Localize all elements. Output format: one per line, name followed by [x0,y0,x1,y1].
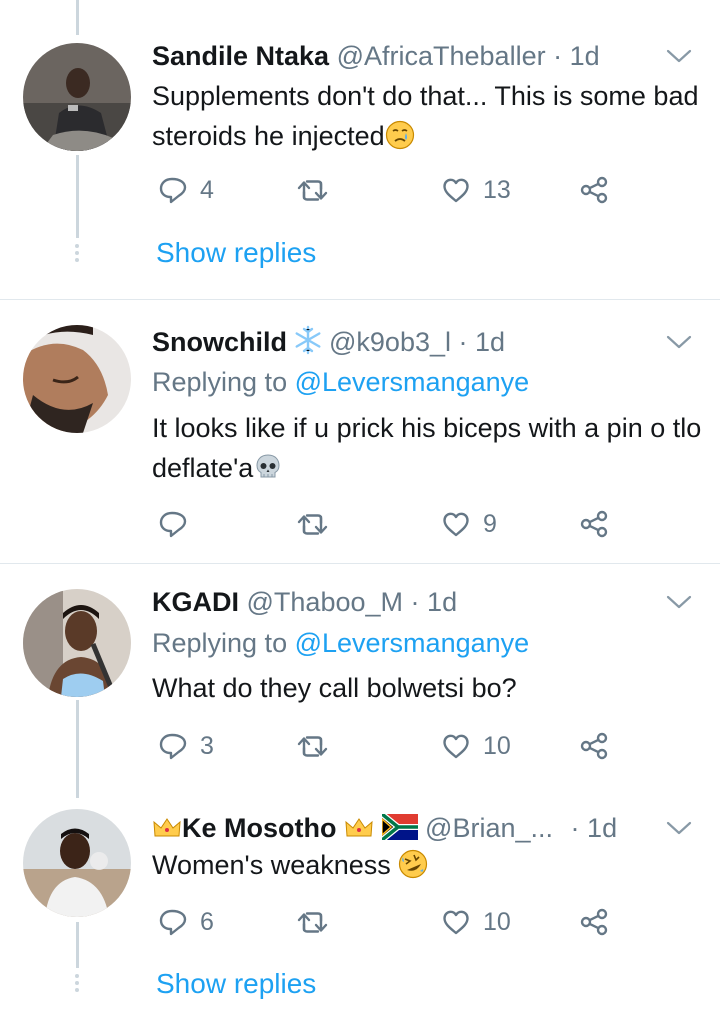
timestamp[interactable]: 1d [427,587,457,617]
replying-to-label: Replying to [152,367,288,397]
mention-link[interactable]: @Leversmanganye [295,628,530,658]
retweet-button[interactable] [297,902,329,942]
share-icon [580,510,608,538]
show-replies-link[interactable]: Show replies [156,237,316,269]
retweet-button[interactable] [297,504,329,544]
reply-button[interactable] [158,504,200,544]
avatar[interactable] [23,325,131,433]
user-handle[interactable]: @Brian_... [425,813,553,843]
replying-to: Replying to @Leversmanganye [152,625,529,661]
display-name[interactable]: Snowchild [152,327,287,357]
user-handle[interactable]: @AfricaTheballer [337,41,546,71]
like-button[interactable]: 9 [441,504,497,544]
tweet[interactable]: Ke Mosotho @Brian_... · 1d Women's weakn… [0,800,720,1023]
share-button[interactable] [579,726,609,766]
avatar[interactable] [23,43,131,151]
reply-icon [159,909,187,936]
snowflake-icon [295,325,321,355]
like-count: 10 [483,907,511,936]
timestamp[interactable]: 1d [475,327,505,357]
user-handle[interactable]: @k9ob3_l [329,327,451,357]
timestamp[interactable]: 1d [587,813,617,843]
retweet-icon [297,736,328,757]
avatar[interactable] [23,809,131,917]
action-bar: 4 13 [0,170,720,210]
action-bar: 3 10 [0,726,720,766]
like-button[interactable]: 10 [441,726,511,766]
reply-button[interactable]: 6 [158,902,214,942]
reply-button[interactable]: 4 [158,170,214,210]
dot-separator: · [458,327,468,357]
retweet-icon [297,514,328,535]
rolling-on-floor-laughing-emoji-icon [399,849,428,879]
tweet-header: KGADI @Thaboo_M · 1d [152,584,457,620]
share-icon [580,908,608,936]
display-name[interactable]: Sandile Ntaka [152,41,329,71]
tweet[interactable]: Sandile Ntaka @AfricaTheballer · 1d Supp… [0,0,720,299]
skull-emoji-icon [256,454,280,478]
like-count: 9 [483,509,497,538]
tweet-header: Snowchild @k9ob3_l · 1d [152,324,505,360]
tweet-text-content: Supplements don't do that... This is som… [152,81,699,151]
timestamp[interactable]: 1d [570,41,600,71]
crying-face-emoji-icon [385,120,414,150]
reply-count: 6 [200,907,214,936]
share-button[interactable] [579,504,609,544]
like-count: 10 [483,731,511,760]
crown-icon [345,818,373,837]
action-bar: 9 [0,504,720,544]
share-button[interactable] [579,170,609,210]
tweet-text: What do they call bolwetsi bo? [152,668,707,708]
user-handle[interactable]: @Thaboo_M [247,587,404,617]
display-name[interactable]: Ke Mosotho [182,813,337,843]
tweet[interactable]: KGADI @Thaboo_M · 1d Replying to @Levers… [0,564,720,800]
reply-button[interactable]: 3 [158,726,214,766]
tweet-text: It looks like if u prick his biceps with… [152,408,707,488]
share-button[interactable] [579,902,609,942]
reply-icon [159,733,187,760]
chevron-down-icon[interactable] [666,594,692,610]
mention-link[interactable]: @Leversmanganye [295,367,530,397]
retweet-icon [297,912,328,933]
tweet-header: Ke Mosotho @Brian_... · 1d [152,810,617,846]
tweet-text-content: What do they call bolwetsi bo? [152,673,517,703]
dot-separator: · [553,41,563,71]
share-icon [580,176,608,204]
like-button[interactable]: 13 [441,170,511,210]
reply-count: 4 [200,175,214,204]
crown-icon [153,818,181,837]
south-africa-flag-icon [381,814,418,840]
replying-to-label: Replying to [152,628,288,658]
like-button[interactable]: 10 [441,902,511,942]
like-icon [443,512,469,537]
display-name[interactable]: KGADI [152,587,239,617]
tweet-text: Supplements don't do that... This is som… [152,76,707,156]
tweet-text-content: It looks like if u prick his biceps with… [152,413,702,483]
chevron-down-icon[interactable] [666,820,692,836]
dot-separator: · [570,813,580,843]
reply-icon [159,511,187,538]
show-replies-link[interactable]: Show replies [156,968,316,1000]
share-icon [580,732,608,760]
retweet-button[interactable] [297,726,329,766]
chevron-down-icon[interactable] [666,48,692,64]
avatar[interactable] [23,589,131,697]
reply-count: 3 [200,731,214,760]
retweet-icon [297,180,328,201]
tweet-text: Women's weakness [152,845,707,885]
like-icon [443,910,469,935]
tweet[interactable]: Snowchild @k9ob3_l · 1d Replying to @Leve… [0,300,720,560]
replying-to: Replying to @Leversmanganye [152,364,529,400]
like-icon [443,734,469,759]
like-count: 13 [483,175,511,204]
like-icon [443,178,469,203]
retweet-button[interactable] [297,170,329,210]
reply-icon [159,177,187,204]
tweet-text-content: Women's weakness [152,850,391,880]
action-bar: 6 10 [0,902,720,942]
chevron-down-icon[interactable] [666,334,692,350]
tweet-header: Sandile Ntaka @AfricaTheballer · 1d [152,38,600,74]
dot-separator: · [410,587,420,617]
